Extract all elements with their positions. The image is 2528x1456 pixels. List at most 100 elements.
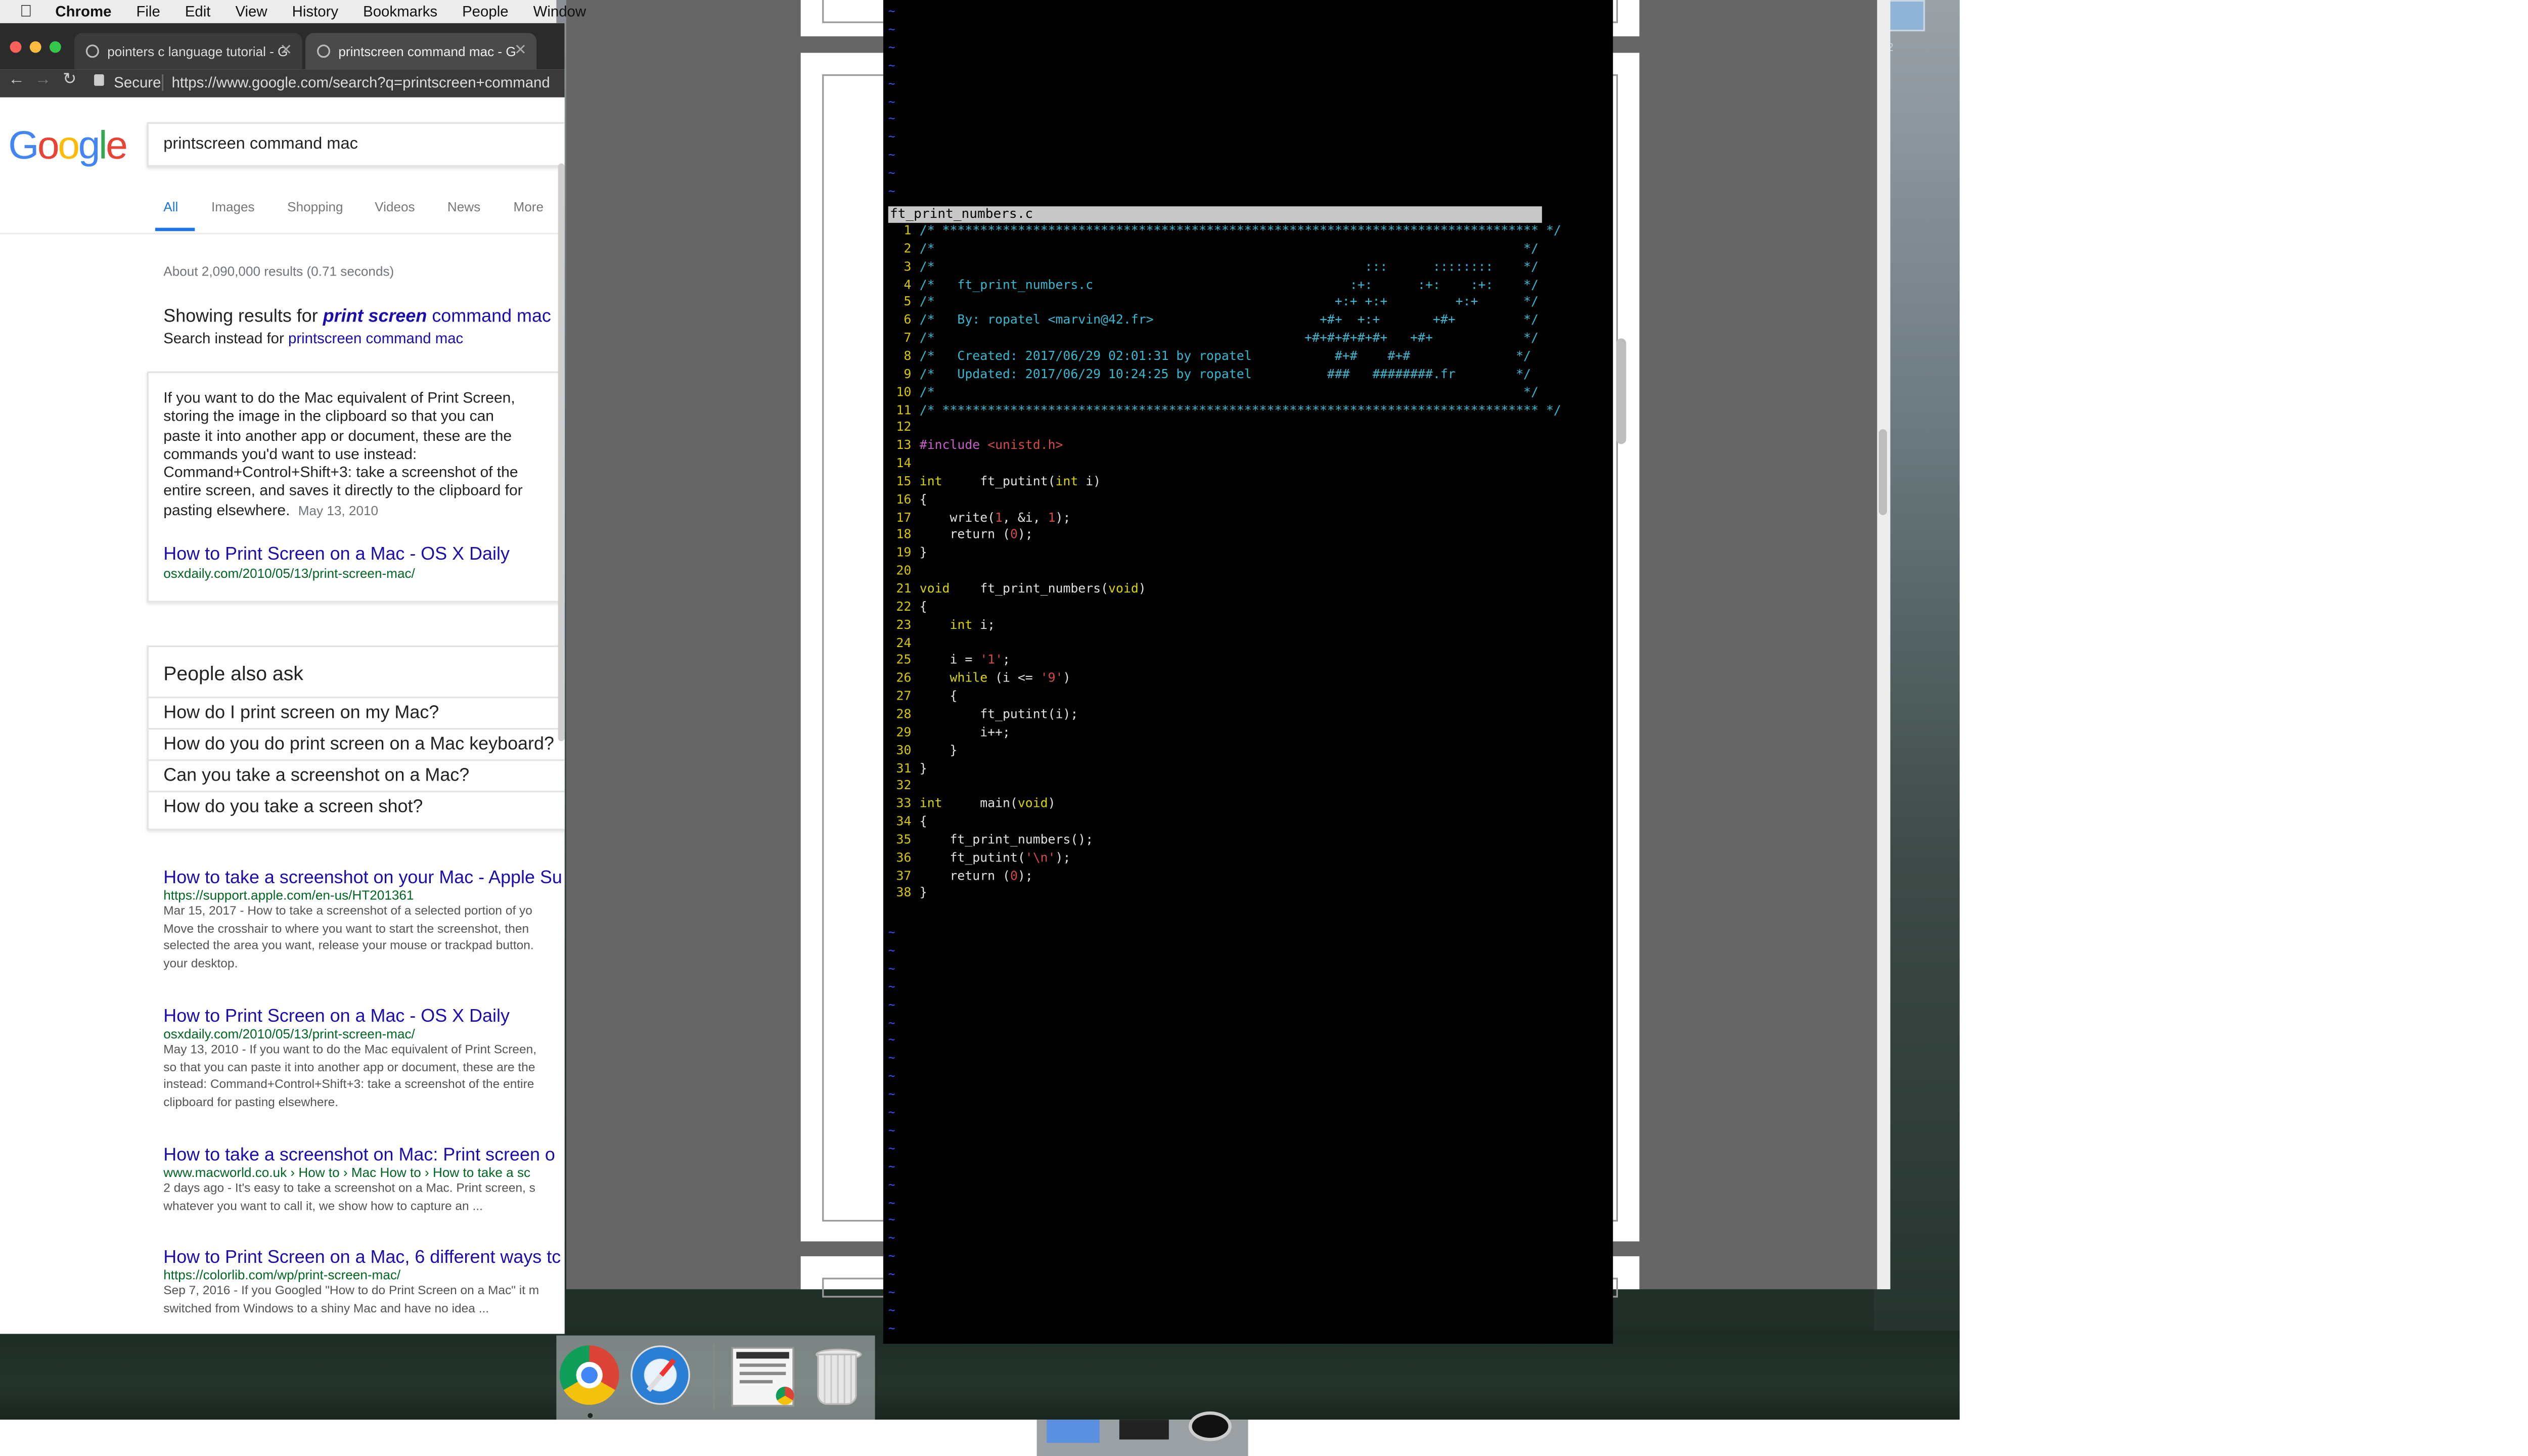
tab-shopping[interactable]: Shopping [287, 200, 343, 214]
reload-icon[interactable]: ↻ [63, 71, 76, 89]
page-scrollbar[interactable] [558, 163, 565, 742]
result-snippet-line: selected the area you want, release your… [163, 937, 534, 953]
result-title-link[interactable]: How to take a screenshot on Mac: Print s… [163, 1146, 555, 1165]
line-number: 3 [904, 258, 912, 274]
line-number: 1 [904, 222, 912, 238]
line-number: 22 [896, 599, 912, 614]
browser-toolbar: ← → ↻ Secure https://www.google.com/sear… [0, 69, 565, 98]
browser-tab-2[interactable]: printscreen command mac - G ✕ [305, 33, 537, 70]
close-window-button[interactable] [10, 41, 22, 53]
code-line: 13 #include <unistd.h> [883, 438, 1063, 456]
vim-empty-line-marker: ~ [888, 113, 895, 126]
code-token: /* By: ropatel <marvin@42.fr> +#+ +:+ +#… [919, 312, 1539, 328]
line-number: 28 [896, 706, 912, 721]
result-snippet-line: whatever you want to call it, we show ho… [163, 1197, 483, 1213]
result-title-link[interactable]: How to Print Screen on a Mac, 6 differen… [163, 1248, 561, 1268]
running-indicator [588, 1413, 593, 1418]
people-also-ask-card: People also ask How do I print screen on… [147, 645, 565, 831]
menu-file[interactable]: File [136, 4, 160, 20]
address-bar[interactable]: https://www.google.com/search?q=printscr… [172, 74, 550, 91]
menu-edit[interactable]: Edit [185, 4, 211, 20]
trash-icon[interactable] [812, 1345, 862, 1408]
line-number: 24 [896, 634, 912, 650]
menu-window[interactable]: Window [533, 4, 586, 20]
search-instead-link[interactable]: printscreen command mac [288, 330, 463, 347]
line-number: 13 [896, 437, 912, 453]
featured-snippet-text: If you want to do the Mac equivalent of … [163, 390, 522, 520]
featured-date: May 13, 2010 [298, 503, 379, 518]
tab-more[interactable]: More [514, 200, 544, 214]
search-input[interactable]: printscreen command mac [147, 122, 565, 167]
line-number: 31 [896, 760, 912, 776]
result-title-link[interactable]: How to Print Screen on a Mac - OS X Dail… [163, 1007, 536, 1027]
search-result: How to Print Screen on a Mac - OS X Dail… [163, 1007, 536, 1111]
safari-icon[interactable] [630, 1345, 690, 1405]
code-token: ft_putint( [942, 473, 1056, 489]
close-tab-icon[interactable]: ✕ [280, 41, 292, 60]
featured-line: storing the image in the clipboard so th… [163, 408, 494, 425]
zoom-window-button[interactable] [49, 41, 61, 53]
line-number: 26 [896, 670, 912, 686]
paa-question[interactable]: How do I print screen on my Mac? [148, 696, 565, 728]
doc-scroll-thumb[interactable] [1878, 429, 1887, 515]
menu-history[interactable]: History [292, 4, 338, 20]
chrome-window[interactable]: pointers c language tutorial - G ✕ print… [0, 23, 565, 1334]
menu-chrome[interactable]: Chrome [55, 4, 111, 20]
google-logo[interactable]: Google [8, 124, 128, 170]
code-token: int [919, 473, 942, 489]
result-title-link[interactable]: How to take a screenshot on your Mac - A… [163, 869, 562, 888]
terminal-vim-window[interactable]: ft_print_numbers.c 1 /* *****************… [883, 0, 1613, 1344]
line-number: 21 [896, 581, 912, 596]
code-line: 28 ft_putint(i); [883, 706, 1078, 724]
code-token: return ( [919, 527, 1010, 542]
code-line: 9 /* Updated: 2017/06/29 10:24:25 by ropa… [883, 366, 1531, 384]
vim-empty-line-marker: ~ [888, 130, 895, 145]
blank-area-bottom [0, 1420, 1960, 1456]
line-number: 38 [896, 885, 912, 901]
forward-arrow-icon[interactable]: → [35, 71, 52, 89]
tab-all[interactable]: All [163, 200, 178, 214]
back-arrow-icon[interactable]: ← [8, 71, 25, 89]
vim-empty-line-marker: ~ [888, 980, 895, 993]
terminal-icon[interactable] [1119, 1420, 1169, 1440]
search-tabs: All Images Shopping Videos News More [0, 190, 565, 235]
featured-snippet-card: If you want to do the Mac equivalent of … [147, 371, 565, 603]
finder-icon[interactable] [1047, 1420, 1100, 1443]
code-token: i = [919, 653, 980, 668]
line-number: 10 [896, 384, 912, 399]
close-tab-icon[interactable]: ✕ [514, 41, 527, 60]
featured-result-title[interactable]: How to Print Screen on a Mac - OS X Dail… [163, 545, 510, 565]
menu-view[interactable]: View [235, 4, 267, 20]
minimize-window-button[interactable] [29, 41, 41, 53]
menu-people[interactable]: People [462, 4, 509, 20]
vim-empty-line-marker: ~ [888, 23, 895, 36]
vim-empty-line-marker: ~ [888, 77, 895, 90]
vim-empty-line-marker: ~ [888, 1322, 895, 1335]
corrected-query-bold[interactable]: print screen [323, 307, 427, 327]
vim-empty-line-marker: ~ [888, 1106, 895, 1119]
apple-menu-icon[interactable]:  [20, 3, 32, 21]
corrected-query-rest[interactable]: command mac [432, 307, 551, 327]
code-token: } [919, 885, 927, 901]
paa-question[interactable]: How do you take a screen shot? [148, 791, 565, 822]
chrome-icon[interactable] [559, 1345, 619, 1405]
code-line: 23 int i; [883, 617, 996, 634]
code-token: int [950, 617, 973, 632]
paa-question[interactable]: How do you do print screen on a Mac keyb… [148, 727, 565, 759]
browser-tab-1[interactable]: pointers c language tutorial - G ✕ [74, 33, 302, 70]
vim-empty-line-marker: ~ [888, 1070, 895, 1083]
featured-line: commands you'd want to use instead: [163, 445, 417, 462]
doc-scrollbar[interactable] [1616, 338, 1627, 444]
code-line: 1 /* ************************************… [883, 223, 1561, 241]
result-url: https://colorlib.com/wp/print-screen-mac… [163, 1267, 401, 1283]
paa-question[interactable]: Can you take a screenshot on a Mac? [148, 759, 565, 791]
tab-videos[interactable]: Videos [375, 200, 415, 214]
preview-window-icon[interactable] [731, 1347, 794, 1407]
app-icon[interactable] [1189, 1411, 1232, 1441]
menu-bookmarks[interactable]: Bookmarks [363, 4, 437, 20]
tab-news[interactable]: News [447, 200, 480, 214]
code-editor[interactable]: 1 /* ************************************… [883, 223, 1613, 916]
tab-images[interactable]: Images [211, 200, 255, 214]
line-number: 29 [896, 724, 912, 740]
code-line: 38} [883, 886, 927, 903]
